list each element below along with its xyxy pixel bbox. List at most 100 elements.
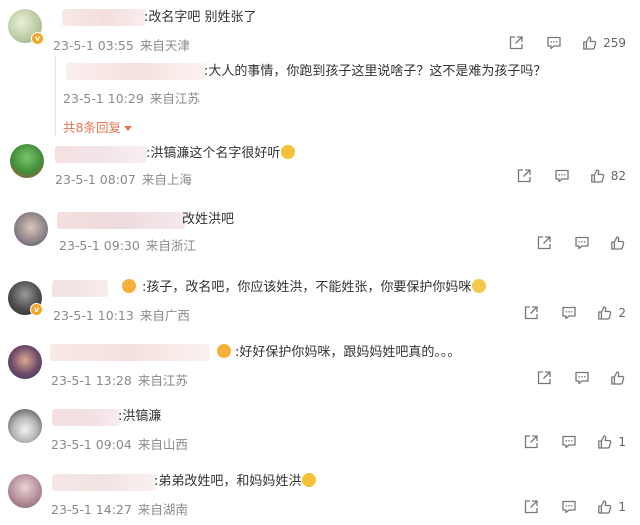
comment-button[interactable] — [574, 235, 590, 251]
like-count: 82 — [610, 169, 626, 183]
like-count: 2 — [618, 306, 626, 320]
thumbs-up-icon — [582, 35, 598, 51]
share-icon — [523, 305, 539, 321]
avatar[interactable] — [14, 212, 48, 246]
reply-meta: 23-5-1 10:29 来自江苏 — [63, 88, 206, 107]
verified-badge-icon: v — [30, 303, 43, 316]
reply-date: 23-5-1 10:29 — [63, 91, 144, 106]
comment-icon — [574, 370, 590, 386]
comment-date: 23-5-1 03:55 — [53, 38, 134, 53]
comment-text-content: :孩子，改名吧，你应该姓洪，不能姓张，你要保护你妈咪 — [142, 280, 472, 295]
comment-date: 23-5-1 08:07 — [55, 172, 136, 187]
share-icon — [536, 370, 552, 386]
comment-date: 23-5-1 13:28 — [51, 373, 132, 388]
comment-item: :洪镐濂 23-5-1 09:04 来自山西 1 — [0, 404, 640, 464]
badge-emoji-icon — [122, 279, 136, 293]
laughing-emoji-icon — [281, 145, 296, 159]
avatar[interactable] — [10, 144, 44, 178]
username-blurred[interactable] — [55, 146, 147, 163]
comment-item: 改姓洪吧 23-5-1 09:30 来自浙江 — [0, 206, 640, 266]
comment-icon — [561, 305, 577, 321]
caret-down-icon — [123, 126, 132, 131]
comment-icon — [561, 499, 577, 515]
comment-date: 23-5-1 09:04 — [51, 437, 132, 452]
like-button[interactable] — [610, 235, 626, 251]
like-count: 1 — [618, 500, 626, 514]
avatar[interactable] — [8, 409, 42, 443]
share-button[interactable] — [523, 305, 539, 321]
reply-text: :大人的事情，你跑到孩子这里说啥子？这不是难为孩子吗？ — [204, 64, 547, 79]
comment-text: :弟弟改姓吧，和妈妈姓洪 — [154, 473, 317, 491]
reply-location: 来自江苏 — [149, 91, 200, 106]
username-blurred[interactable] — [52, 474, 156, 491]
comment-text: :孩子，改名吧，你应该姓洪，不能姓张，你要保护你妈咪 — [121, 279, 487, 297]
comment-text-content: :洪镐濂这个名字很好听 — [146, 146, 281, 161]
thumbs-up-icon — [597, 305, 613, 321]
username-blurred[interactable] — [62, 9, 146, 26]
share-icon — [536, 235, 552, 251]
comment-date: 23-5-1 09:30 — [59, 238, 140, 253]
comment-location: 来自广西 — [139, 308, 190, 323]
comment-icon — [554, 168, 570, 184]
comment-text: :洪镐濂 — [118, 409, 162, 424]
comment-actions — [522, 235, 626, 251]
thumbs-up-icon — [597, 499, 613, 515]
comment-date: 23-5-1 10:13 — [53, 308, 134, 323]
comment-item: :好好保护你妈咪，跟妈妈姓吧真的。。。 23-5-1 13:28 来自江苏 — [0, 337, 640, 397]
comment-location: 来自江苏 — [137, 373, 188, 388]
avatar[interactable] — [8, 345, 42, 379]
share-button[interactable] — [516, 168, 532, 184]
like-button[interactable]: 1 — [597, 434, 626, 450]
comment-meta: 23-5-1 09:04 来自山西 — [51, 434, 194, 453]
share-button[interactable] — [536, 370, 552, 386]
username-blurred[interactable] — [57, 212, 185, 229]
share-button[interactable] — [523, 434, 539, 450]
username-blurred[interactable] — [52, 280, 108, 297]
comment-date: 23-5-1 14:27 — [51, 502, 132, 517]
like-button[interactable]: 82 — [590, 168, 626, 184]
comment-button[interactable] — [574, 370, 590, 386]
comment-item: v :孩子，改名吧，你应该姓洪，不能姓张，你要保护你妈咪 23-5-1 10:1… — [0, 272, 640, 332]
username-blurred[interactable] — [52, 409, 120, 426]
like-button[interactable]: 259 — [582, 35, 626, 51]
comment-actions: 82 — [502, 168, 626, 184]
share-button[interactable] — [508, 35, 524, 51]
share-button[interactable] — [523, 499, 539, 515]
reply-username-blurred[interactable] — [66, 63, 206, 80]
comment-item: :弟弟改姓吧，和妈妈姓洪 23-5-1 14:27 来自湖南 1 — [0, 468, 640, 525]
share-button[interactable] — [536, 235, 552, 251]
comment-text: 改姓洪吧 — [182, 212, 235, 227]
comment-item: v :改名字吧 别姓张了 23-5-1 03:55 来自天津 259 :大人的事情… — [0, 0, 640, 150]
comment-location: 来自上海 — [141, 172, 192, 187]
like-button[interactable]: 2 — [597, 305, 626, 321]
comment-text: :改名字吧 别姓张了 — [144, 10, 257, 25]
comment-button[interactable] — [561, 305, 577, 321]
comment-meta: 23-5-1 09:30 来自浙江 — [59, 235, 202, 254]
thumbs-up-icon — [610, 370, 626, 386]
comment-button[interactable] — [546, 35, 562, 51]
share-icon — [523, 499, 539, 515]
avatar[interactable] — [8, 474, 42, 508]
comment-actions: 1 — [509, 499, 626, 515]
thumbs-up-icon — [590, 168, 606, 184]
share-icon — [516, 168, 532, 184]
crying-emoji-icon — [302, 473, 317, 487]
comment-location: 来自浙江 — [145, 238, 196, 253]
comment-button[interactable] — [561, 434, 577, 450]
comment-text: :好好保护你妈咪，跟妈妈姓吧真的。。。 — [216, 344, 460, 362]
more-replies-link[interactable]: 共8条回复 — [63, 117, 132, 136]
like-button[interactable] — [610, 370, 626, 386]
like-count: 259 — [603, 36, 626, 50]
share-icon — [508, 35, 524, 51]
like-button[interactable]: 1 — [597, 499, 626, 515]
comment-actions: 1 — [509, 434, 626, 450]
comment-meta: 23-5-1 08:07 来自上海 — [55, 169, 198, 188]
badge-emoji-icon — [217, 344, 231, 358]
more-replies-label: 共8条回复 — [63, 120, 121, 135]
comment-text-content: :好好保护你妈咪，跟妈妈姓吧真的。。。 — [235, 345, 461, 360]
hand-emoji-icon — [472, 279, 487, 293]
comment-button[interactable] — [554, 168, 570, 184]
comment-button[interactable] — [561, 499, 577, 515]
comment-meta: 23-5-1 03:55 来自天津 — [53, 35, 196, 54]
username-blurred[interactable] — [50, 344, 210, 361]
